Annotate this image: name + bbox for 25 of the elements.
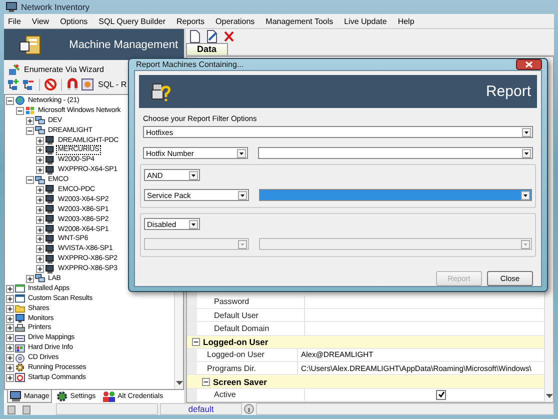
property-name: Active — [214, 390, 236, 400]
menu-item[interactable]: Live Update — [344, 16, 387, 26]
tab[interactable]: Data — [186, 43, 228, 55]
menu-item[interactable]: File — [8, 16, 21, 26]
wizard-link[interactable]: Enumerate Via Wizard — [24, 65, 104, 74]
property-name: Default User — [214, 310, 258, 320]
menu-item[interactable]: Management Tools — [266, 16, 334, 26]
banner-title: Report — [486, 83, 531, 100]
toolbar-button[interactable]: SQL - R — [96, 80, 129, 89]
status-text: default — [188, 404, 214, 414]
window-title: Network Inventory — [21, 2, 90, 12]
menu-item[interactable]: Options — [60, 16, 88, 26]
property-name: Logged-on User — [207, 350, 264, 360]
property-name: Default Domain — [214, 324, 270, 333]
menu-item[interactable]: Reports — [176, 16, 205, 26]
menu-item[interactable]: Help — [398, 16, 414, 26]
menu-item[interactable]: Operations — [216, 16, 255, 26]
section-header[interactable]: Logged-on User — [203, 336, 268, 347]
section-header[interactable]: Screen Saver — [213, 376, 267, 387]
banner-title: Machine Management — [69, 38, 178, 50]
property-name: Password — [214, 297, 250, 306]
menu-item[interactable]: View — [32, 16, 50, 26]
menu-item[interactable]: SQL Query Builder — [98, 16, 166, 26]
dialog-title: Report Machines Containing... — [136, 60, 244, 69]
property-name: Programs Dir. — [207, 364, 256, 373]
